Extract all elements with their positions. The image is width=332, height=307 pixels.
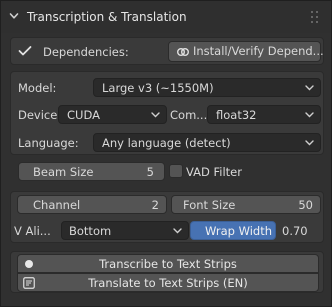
translate-button[interactable]: Translate to Text Strips (EN)	[17, 273, 319, 292]
model-dropdown[interactable]: Large v3 (~1550M)	[93, 78, 321, 97]
record-icon	[25, 260, 33, 268]
compute-type-value: float32	[216, 108, 257, 122]
font-size-value: 50	[298, 198, 313, 212]
vertical-align-dropdown[interactable]: Bottom	[61, 221, 189, 240]
chevron-down-icon	[151, 112, 160, 118]
check-icon	[18, 46, 32, 56]
language-label: Language:	[18, 136, 79, 150]
install-verify-dependencies-button[interactable]: Install/Verify Depend...	[168, 41, 324, 62]
model-value: Large v3 (~1550M)	[102, 81, 214, 95]
device-dropdown[interactable]: CUDA	[58, 105, 167, 124]
compute-type-label: Com...	[170, 108, 208, 122]
drag-grip-icon[interactable]	[311, 9, 321, 25]
text-layout-box: Channel 2 Font Size 50 V Ali... Bottom W…	[10, 191, 324, 243]
install-verify-label: Install/Verify Depend...	[193, 44, 324, 58]
wrap-width-label: Wrap Width	[205, 224, 272, 238]
chevron-down-icon	[305, 140, 314, 146]
refresh-link-icon	[177, 48, 189, 56]
panel-header[interactable]: Transcription & Translation	[1, 1, 331, 33]
actions-box: Transcribe to Text Strips Translate to T…	[10, 251, 324, 293]
chevron-down-icon[interactable]	[9, 11, 19, 21]
chevron-down-icon	[305, 112, 314, 118]
model-label: Model:	[18, 81, 57, 95]
transcription-translation-panel: Transcription & Translation Dependencies…	[0, 0, 332, 307]
text-strip-icon	[23, 277, 35, 289]
transcribe-label: Transcribe to Text Strips	[99, 256, 237, 271]
device-label: Device:	[18, 108, 62, 122]
channel-field[interactable]: Channel 2	[17, 195, 167, 214]
channel-value: 2	[151, 198, 159, 212]
language-value: Any language (detect)	[102, 136, 231, 150]
transcribe-button[interactable]: Transcribe to Text Strips	[17, 254, 319, 273]
vertical-align-value: Bottom	[69, 224, 112, 238]
font-size-label: Font Size	[183, 198, 236, 212]
device-value: CUDA	[67, 108, 100, 122]
wrap-width-value: 0.70	[282, 224, 308, 238]
language-dropdown[interactable]: Any language (detect)	[93, 133, 321, 152]
wrap-width-field[interactable]: Wrap Width	[190, 221, 276, 240]
vertical-align-label: V Ali...	[14, 224, 51, 238]
dependencies-label: Dependencies:	[43, 45, 129, 59]
chevron-down-icon	[173, 228, 182, 234]
translate-label: Translate to Text Strips (EN)	[88, 275, 248, 290]
beam-size-label: Beam Size	[33, 165, 94, 179]
vad-filter-checkbox[interactable]	[169, 164, 183, 178]
font-size-field[interactable]: Font Size 50	[171, 195, 321, 214]
beam-size-value: 5	[146, 165, 154, 179]
panel-title: Transcription & Translation	[27, 10, 187, 24]
channel-label: Channel	[33, 198, 81, 212]
model-settings-box: Model: Large v3 (~1550M) Device: CUDA Co…	[10, 71, 324, 155]
compute-type-dropdown[interactable]: float32	[207, 105, 321, 124]
dependencies-box: Dependencies: Install/Verify Depend...	[10, 37, 324, 65]
beam-size-field[interactable]: Beam Size 5	[18, 162, 165, 181]
vad-filter-label: VAD Filter	[186, 165, 242, 179]
chevron-down-icon	[305, 85, 314, 91]
